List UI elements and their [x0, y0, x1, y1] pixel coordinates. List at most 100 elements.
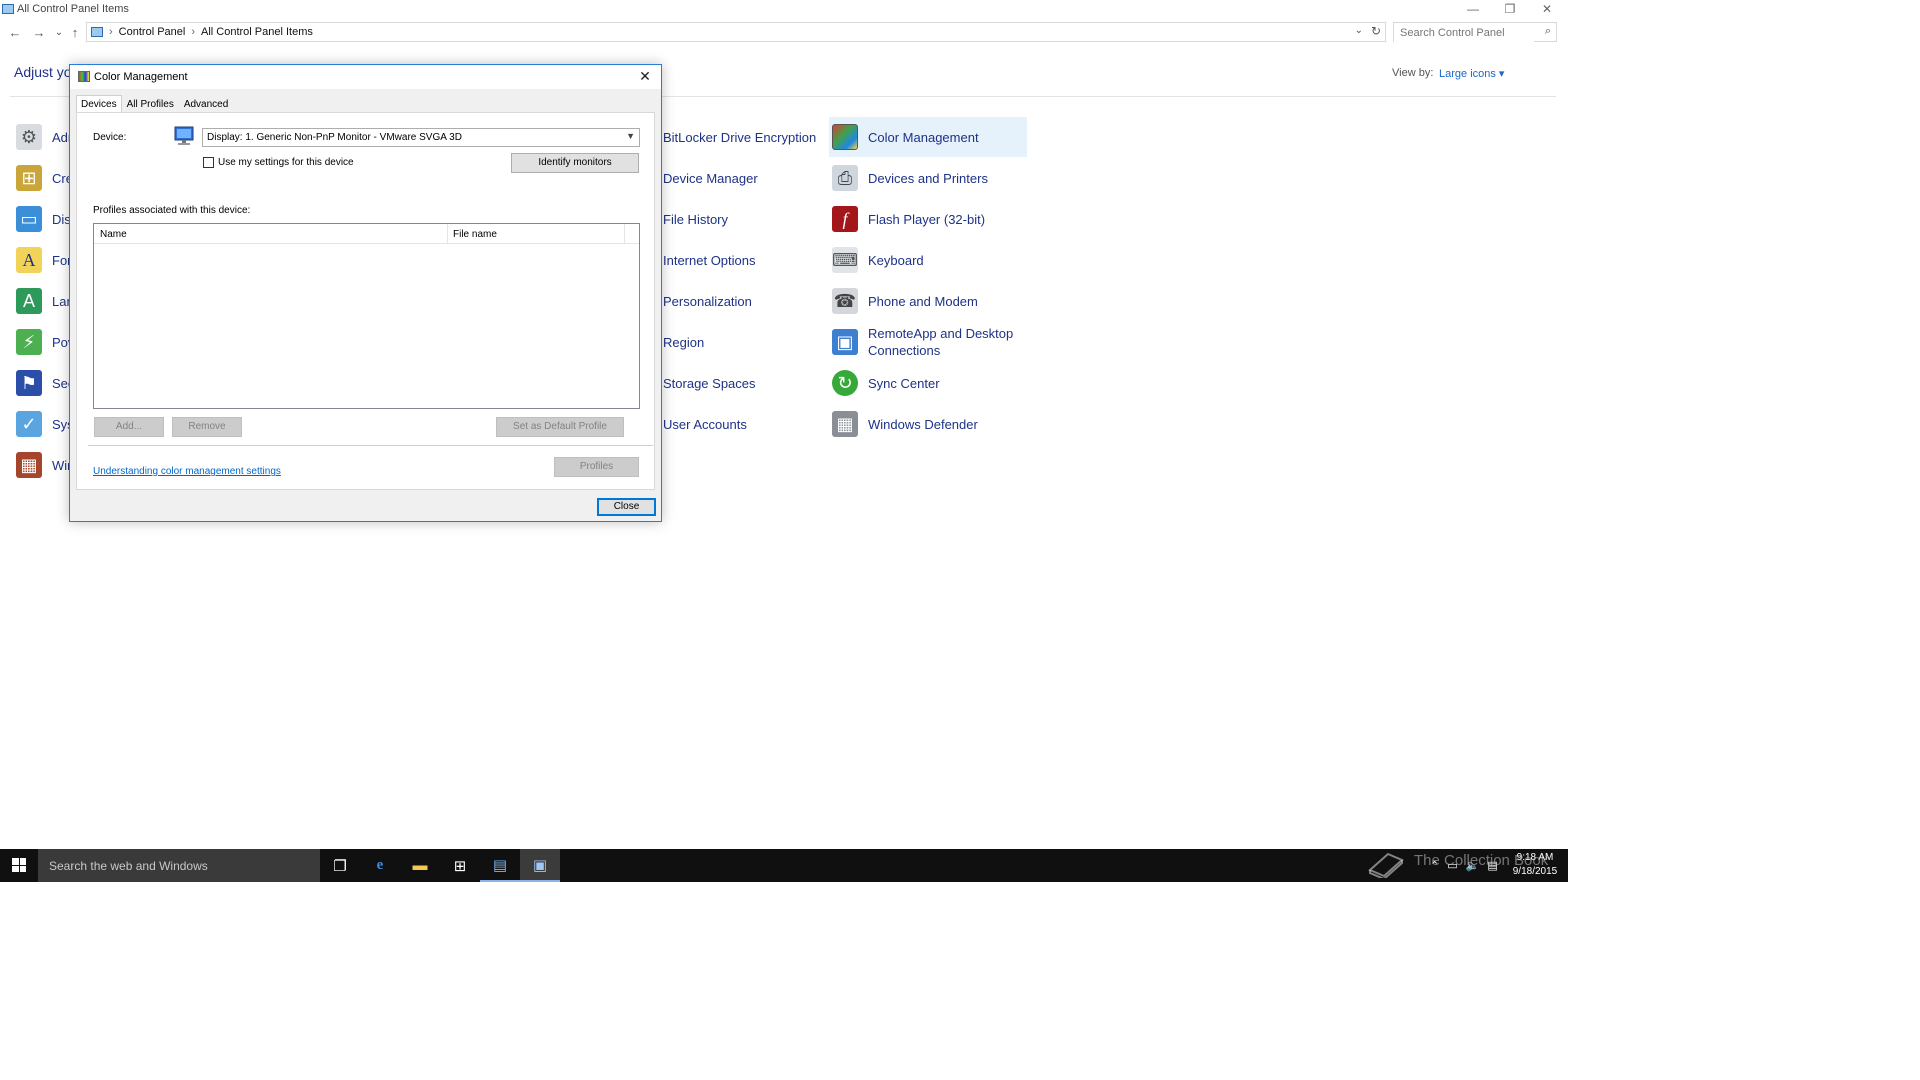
cp-item-windows-firewall[interactable]: ▦ Wir — [16, 445, 72, 485]
back-button[interactable]: ← — [6, 24, 24, 42]
cp-item-fonts[interactable]: A For — [16, 240, 72, 280]
column-file-name[interactable]: File name — [453, 229, 497, 240]
cp-item-user-accounts[interactable]: User Accounts — [663, 404, 747, 444]
file-explorer-icon[interactable]: ▬ — [400, 849, 440, 882]
security-maintenance-icon: ⚑ — [16, 370, 42, 396]
store-icon[interactable]: ⊞ — [440, 849, 480, 882]
cp-item-security-maintenance[interactable]: ⚑ Sec — [16, 363, 74, 403]
cp-item-bitlocker[interactable]: BitLocker Drive Encryption — [663, 117, 816, 157]
tab-advanced[interactable]: Advanced — [179, 95, 233, 113]
column-name[interactable]: Name — [100, 229, 127, 240]
address-dropdown-icon[interactable]: ⌄ — [1355, 25, 1363, 36]
dialog-title: Color Management — [94, 71, 188, 83]
remove-profile-button[interactable]: Remove — [172, 417, 242, 437]
keyboard-icon: ⌨ — [832, 247, 858, 273]
address-bar[interactable]: › Control Panel › All Control Panel Items ⌄… — [86, 22, 1386, 42]
profiles-button[interactable]: Profiles — [554, 457, 639, 477]
breadcrumb-all-items[interactable]: All Control Panel Items — [201, 26, 313, 38]
clock-date: 9/18/2015 — [1512, 866, 1558, 877]
control-panel-taskbar-icon[interactable]: ▤ — [480, 849, 520, 882]
power-options-icon: ⚡ — [16, 329, 42, 355]
cp-item-administrative-tools[interactable]: ⚙ Adr — [16, 117, 72, 157]
fonts-icon: A — [16, 247, 42, 273]
credential-manager-icon: ⊞ — [16, 165, 42, 191]
refresh-icon[interactable]: ↻ — [1371, 24, 1381, 38]
profiles-list[interactable]: Name File name — [93, 223, 640, 409]
cp-item-storage-spaces[interactable]: Storage Spaces — [663, 363, 756, 403]
cp-item-flash-player[interactable]: f Flash Player (32-bit) — [832, 199, 985, 239]
control-panel-icon — [2, 4, 14, 14]
view-by-dropdown[interactable]: Large icons ▾ — [1439, 67, 1504, 80]
cp-item-sync-center[interactable]: ↻ Sync Center — [832, 363, 940, 403]
restore-button[interactable]: ❐ — [1491, 0, 1529, 20]
minimize-button[interactable]: — — [1454, 0, 1492, 20]
edge-icon[interactable]: e — [360, 849, 400, 882]
window-title: All Control Panel Items — [17, 3, 129, 15]
system-icon: ✓ — [16, 411, 42, 437]
task-view-icon[interactable]: ❐ — [320, 849, 360, 882]
color-management-taskbar-icon[interactable]: ▣ — [520, 849, 560, 882]
breadcrumb: › Control Panel › All Control Panel Items — [109, 26, 313, 38]
network-icon[interactable]: ▭ — [1447, 859, 1457, 872]
dialog-close-icon[interactable]: ✕ — [635, 68, 655, 85]
identify-monitors-button[interactable]: Identify monitors — [511, 153, 639, 173]
taskbar-search-text: Search the web and Windows — [49, 859, 208, 873]
cp-item-windows-defender[interactable]: ▦ Windows Defender — [832, 404, 978, 444]
color-management-dialog: Color Management ✕ Devices All Profiles … — [69, 64, 662, 522]
display-icon: ▭ — [16, 206, 42, 232]
set-default-profile-button[interactable]: Set as Default Profile — [496, 417, 624, 437]
notifications-icon[interactable]: ▤ — [1487, 859, 1497, 872]
start-button[interactable] — [0, 849, 38, 882]
add-profile-button[interactable]: Add... — [94, 417, 164, 437]
cp-item-file-history[interactable]: File History — [663, 199, 728, 239]
chevron-up-icon[interactable]: ⌃ — [1430, 859, 1439, 872]
device-label: Device: — [93, 132, 127, 143]
cp-item-personalization[interactable]: Personalization — [663, 281, 752, 321]
dialog-titlebar: Color Management ✕ — [70, 65, 661, 89]
close-dialog-button[interactable]: Close — [597, 498, 656, 516]
flash-player-icon: f — [832, 206, 858, 232]
cp-item-credential-manager[interactable]: ⊞ Cre — [16, 158, 73, 198]
windows-logo-icon — [12, 858, 26, 872]
search-icon[interactable]: ⌕ — [1545, 25, 1551, 38]
cp-item-keyboard[interactable]: ⌨ Keyboard — [832, 240, 924, 280]
device-dropdown[interactable]: Display: 1. Generic Non-PnP Monitor - VM… — [202, 128, 640, 147]
cp-item-system[interactable]: ✓ Sys — [16, 404, 74, 444]
taskbar-search[interactable]: Search the web and Windows — [38, 849, 320, 882]
cp-item-region[interactable]: Region — [663, 322, 704, 362]
use-my-settings-label[interactable]: Use my settings for this device — [218, 157, 354, 168]
taskbar: Search the web and Windows ❐ e ▬ ⊞ ▤ ▣ ⌃… — [0, 849, 1568, 882]
cp-item-internet-options[interactable]: Internet Options — [663, 240, 756, 280]
remoteapp-icon: ▣ — [832, 329, 858, 355]
cp-item-color-management[interactable]: Color Management — [829, 117, 1027, 157]
dialog-tabs: Devices All Profiles Advanced — [76, 95, 233, 114]
cp-item-phone-modem[interactable]: ☎ Phone and Modem — [832, 281, 978, 321]
volume-icon[interactable]: 🔈 — [1466, 859, 1480, 872]
use-my-settings-checkbox[interactable] — [203, 157, 214, 168]
cp-item-language[interactable]: A Lar — [16, 281, 71, 321]
cp-item-remoteapp[interactable]: ▣ RemoteApp and Desktop Connections — [832, 322, 1027, 362]
profiles-list-header: Name File name — [94, 224, 639, 244]
breadcrumb-control-panel[interactable]: Control Panel — [119, 26, 186, 38]
phone-modem-icon: ☎ — [832, 288, 858, 314]
monitor-icon — [174, 126, 194, 145]
cp-item-power-options[interactable]: ⚡ Pov — [16, 322, 74, 362]
cp-item-device-manager[interactable]: Device Manager — [663, 158, 758, 198]
color-management-help-link[interactable]: Understanding color management settings — [93, 466, 281, 477]
cp-item-display[interactable]: ▭ Dis — [16, 199, 71, 239]
tab-all-profiles[interactable]: All Profiles — [122, 95, 179, 113]
up-button[interactable]: ↑ — [66, 24, 84, 42]
profiles-label: Profiles associated with this device: — [93, 205, 251, 216]
search-box[interactable]: ⌕ — [1393, 22, 1557, 42]
windows-defender-icon: ▦ — [832, 411, 858, 437]
windows-firewall-icon: ▦ — [16, 452, 42, 478]
cp-item-devices-printers[interactable]: ⎙ Devices and Printers — [832, 158, 988, 198]
clock[interactable]: 9:18 AM 9/18/2015 — [1506, 851, 1564, 879]
forward-button[interactable]: → — [30, 24, 48, 42]
control-panel-icon — [91, 27, 103, 37]
language-icon: A — [16, 288, 42, 314]
close-window-button[interactable]: ✕ — [1528, 0, 1566, 20]
search-input[interactable] — [1394, 24, 1534, 42]
chevron-down-icon: ▼ — [626, 131, 635, 141]
devices-printers-icon: ⎙ — [832, 165, 858, 191]
